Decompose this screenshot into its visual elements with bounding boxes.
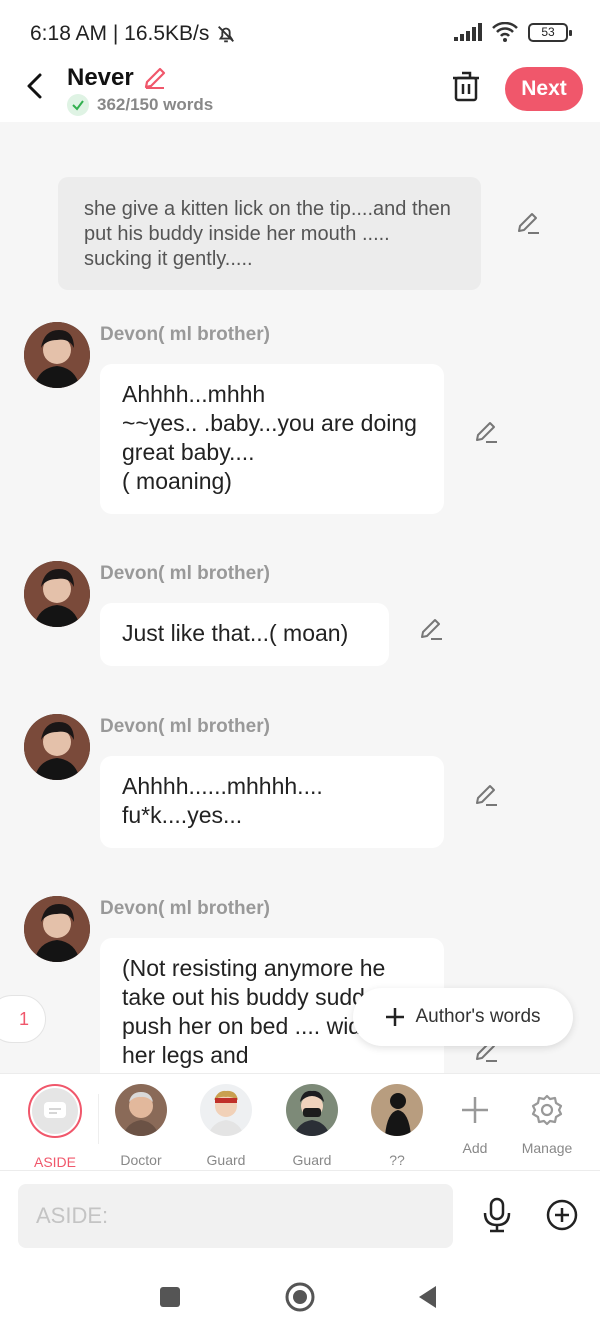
status-left: 6:18 AM | 16.5KB/s [30, 22, 237, 46]
check-icon [67, 94, 89, 116]
authors-words-button[interactable]: Author's words [353, 988, 573, 1046]
avatar[interactable] [24, 714, 90, 780]
character-label: Doctor [120, 1152, 162, 1168]
aside-input[interactable] [18, 1184, 453, 1248]
authors-words-label: Author's words [415, 1006, 541, 1027]
plus-icon [386, 1008, 405, 1026]
speaker-name: Devon( ml brother) [100, 324, 270, 345]
story-title[interactable]: Never [67, 64, 168, 92]
character-doctor[interactable]: Doctor [101, 1084, 181, 1168]
back-arrow-icon[interactable] [22, 72, 48, 100]
system-nav-bar [0, 1261, 600, 1333]
message-bubble[interactable]: Ahhhh...mhhh ~~yes.. .baby...you are doi… [100, 364, 444, 514]
pencil-icon[interactable] [142, 65, 168, 91]
character-label: Guard [292, 1152, 332, 1168]
chat-area[interactable]: she give a kitten lick on the tip....and… [0, 122, 600, 1073]
back-button-icon[interactable] [414, 1283, 442, 1311]
message-bubble[interactable]: Ahhhh......mhhhh.... fu*k....yes... [100, 756, 444, 848]
character-label: Add [462, 1140, 488, 1156]
battery-indicator: 53 [528, 22, 572, 42]
avatar[interactable] [24, 322, 90, 388]
avatar [115, 1084, 167, 1136]
character-unknown[interactable]: ?? [357, 1084, 437, 1168]
story-title-text: Never [67, 64, 134, 91]
signal-icon [454, 23, 482, 41]
avatar[interactable] [24, 896, 90, 962]
character-guard[interactable]: Guard [272, 1084, 352, 1168]
speaker-name: Devon( ml brother) [100, 716, 270, 737]
edit-icon[interactable] [418, 616, 444, 642]
manage-characters-button[interactable]: Manage [507, 1084, 587, 1156]
character-bar: ASIDE Doctor Guard Guard ?? Add Manage [0, 1073, 600, 1171]
status-bar: 6:18 AM | 16.5KB/s 53 [0, 0, 600, 62]
edit-icon[interactable] [473, 782, 499, 808]
edit-icon[interactable] [515, 210, 541, 236]
edit-icon[interactable] [473, 419, 499, 445]
status-time: 6:18 AM | 16.5KB/s [30, 22, 210, 45]
gear-icon-wrap [521, 1084, 573, 1136]
chat-bubble-icon [32, 1088, 78, 1134]
side-counter-tab[interactable]: 1 [0, 995, 46, 1043]
next-button[interactable]: Next [505, 67, 583, 111]
gear-icon [531, 1094, 563, 1126]
bell-off-icon [218, 26, 235, 43]
word-count: 362/150 words [67, 94, 213, 116]
status-right: 53 [454, 22, 572, 42]
aside-bubble[interactable]: she give a kitten lick on the tip....and… [58, 177, 481, 290]
add-character-button[interactable]: Add [435, 1084, 515, 1156]
editor-header: Never 362/150 words Next [0, 62, 600, 122]
character-aside[interactable]: ASIDE [15, 1084, 95, 1170]
add-circle-icon[interactable] [546, 1199, 578, 1231]
trash-icon[interactable] [452, 70, 480, 102]
speaker-name: Devon( ml brother) [100, 898, 270, 919]
character-label: ASIDE [33, 1154, 76, 1170]
avatar [371, 1084, 423, 1136]
avatar[interactable] [24, 561, 90, 627]
avatar [286, 1084, 338, 1136]
microphone-icon[interactable] [482, 1197, 512, 1233]
input-bar [0, 1171, 600, 1261]
word-count-text: 362/150 words [97, 95, 214, 114]
character-label: Guard [206, 1152, 246, 1168]
recents-button-icon[interactable] [156, 1283, 184, 1311]
add-icon-wrap [449, 1084, 501, 1136]
home-button-icon[interactable] [284, 1281, 316, 1313]
plus-icon [462, 1097, 488, 1123]
aside-avatar [28, 1084, 82, 1138]
avatar [200, 1084, 252, 1136]
character-label: Manage [521, 1140, 573, 1156]
character-label: ?? [389, 1152, 405, 1168]
divider [98, 1094, 99, 1144]
speaker-name: Devon( ml brother) [100, 563, 270, 584]
character-guard[interactable]: Guard [186, 1084, 266, 1168]
message-bubble[interactable]: Just like that...( moan) [100, 603, 389, 666]
wifi-icon [492, 22, 518, 42]
